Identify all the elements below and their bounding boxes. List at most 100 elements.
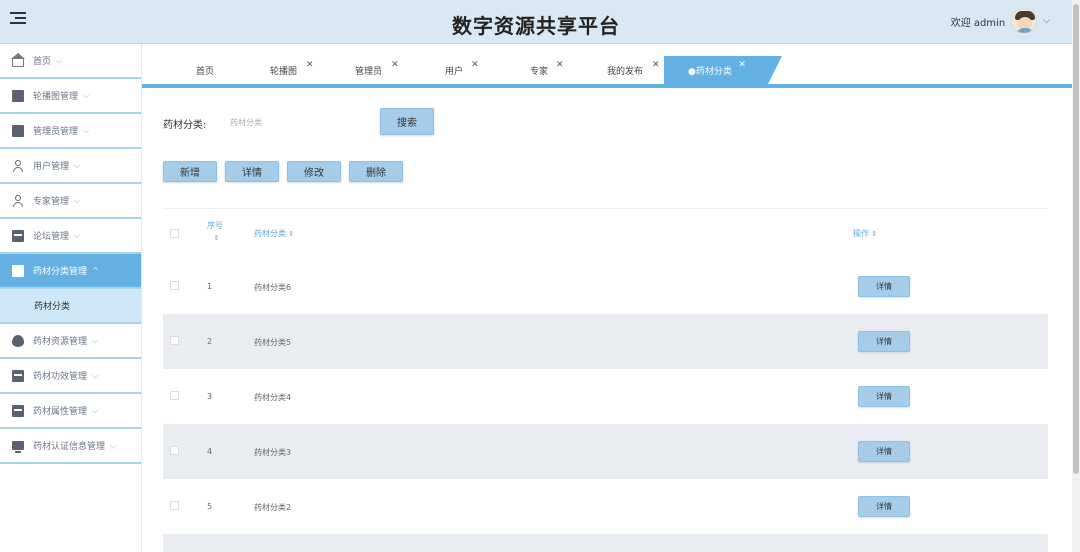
close-icon[interactable]: ✕ xyxy=(652,60,660,70)
row-detail-button[interactable]: 详情 xyxy=(858,276,910,297)
tab-label: 我的发布 xyxy=(607,66,644,77)
sort-icon[interactable]: ⇕ xyxy=(210,234,223,242)
table-row: 3 药材分类4 详情 xyxy=(163,369,1048,424)
row-category: 药材分类5 xyxy=(254,338,292,347)
detail-button[interactable]: 详情 xyxy=(225,161,279,182)
chevron-down-icon: ⌵ xyxy=(74,160,81,170)
sidebar-item-carousel[interactable]: 轮播图管理 ⌵ xyxy=(0,79,141,114)
row-index: 1 xyxy=(207,282,213,291)
search-label: 药材分类: xyxy=(163,120,207,131)
chevron-down-icon: ⌵ xyxy=(92,335,99,345)
tray-icon xyxy=(12,404,24,417)
book-icon xyxy=(12,264,24,277)
sidebar-item-label: 专家管理 xyxy=(33,197,70,207)
table-row xyxy=(163,534,1048,552)
scrollbar-thumb[interactable] xyxy=(1073,4,1079,474)
user-icon xyxy=(12,159,24,172)
search-input[interactable] xyxy=(222,110,372,134)
tab-label: ●药材分类 xyxy=(688,66,732,77)
sidebar-item-users[interactable]: 用户管理 ⌵ xyxy=(0,149,141,184)
column-header-operation[interactable]: 操作 ⇕ xyxy=(853,228,877,239)
tab-home[interactable]: 首页 xyxy=(196,56,214,84)
sidebar: 首页 ⌵ 轮播图管理 ⌵ 管理员管理 ⌵ 用户管理 ⌵ 专家管理 ⌵ 论坛管理 … xyxy=(0,44,142,552)
chevron-down-icon: ⌵ xyxy=(56,55,63,65)
column-header-label: 操作 xyxy=(853,229,869,238)
table-row: 2 药材分类5 详情 xyxy=(163,314,1048,369)
sidebar-item-label: 首页 xyxy=(33,57,52,67)
tab-carousel[interactable]: 轮播图 ✕ xyxy=(270,56,314,84)
table-row: 1 药材分类6 详情 xyxy=(163,259,1048,314)
sort-icon[interactable]: ⇕ xyxy=(289,230,295,238)
chevron-down-icon: ⌵ xyxy=(92,405,99,415)
sidebar-item-herb-resources[interactable]: 药材资源管理 ⌵ xyxy=(0,324,141,359)
image-icon xyxy=(12,89,24,102)
app-window: 数字资源共享平台 欢迎 admin ⌵ 首页 ⌵ 轮播图管理 ⌵ 管理员管理 ⌵ xyxy=(0,0,1080,552)
tray-icon xyxy=(12,369,24,382)
row-checkbox[interactable] xyxy=(170,336,179,345)
row-checkbox[interactable] xyxy=(170,391,179,400)
sidebar-item-forum[interactable]: 论坛管理 ⌵ xyxy=(0,219,141,254)
sidebar-item-admins[interactable]: 管理员管理 ⌵ xyxy=(0,114,141,149)
chevron-down-icon[interactable]: ⌵ xyxy=(1043,16,1050,26)
user-menu[interactable]: 欢迎 admin ⌵ xyxy=(951,6,1050,36)
sidebar-item-experts[interactable]: 专家管理 ⌵ xyxy=(0,184,141,219)
row-checkbox[interactable] xyxy=(170,281,179,290)
column-header-category[interactable]: 药材分类 ⇕ xyxy=(254,228,294,239)
row-index: 4 xyxy=(207,447,213,456)
row-detail-button[interactable]: 详情 xyxy=(858,331,910,352)
row-detail-button[interactable]: 详情 xyxy=(858,496,910,517)
avatar[interactable] xyxy=(1011,8,1038,34)
close-icon[interactable]: ✕ xyxy=(391,60,399,70)
tab-label: 轮播图 xyxy=(270,66,298,77)
add-button[interactable]: 新增 xyxy=(163,161,217,182)
tab-users[interactable]: 用户 ✕ xyxy=(445,56,479,84)
edit-button[interactable]: 修改 xyxy=(287,161,341,182)
sidebar-item-label: 轮播图管理 xyxy=(33,92,79,102)
chevron-down-icon: ⌵ xyxy=(74,195,81,205)
tab-experts[interactable]: 专家 ✕ xyxy=(530,56,564,84)
close-icon[interactable]: ✕ xyxy=(556,60,564,70)
chevron-down-icon: ⌵ xyxy=(74,230,81,240)
sidebar-item-herb-efficacy[interactable]: 药材功效管理 ⌵ xyxy=(0,359,141,394)
chevron-down-icon: ⌵ xyxy=(83,125,90,135)
card-icon xyxy=(12,229,24,242)
data-table: 序号 ⇕ 药材分类 ⇕ 操作 ⇕ 1 药材分类6 详情 2 药材分类5 详情 3… xyxy=(163,208,1048,552)
row-category: 药材分类6 xyxy=(254,283,292,292)
close-icon[interactable]: ✕ xyxy=(738,60,746,70)
user-icon xyxy=(12,194,24,207)
briefcase-icon xyxy=(12,124,24,137)
chevron-up-icon: ^ xyxy=(92,266,99,275)
row-detail-button[interactable]: 详情 xyxy=(858,386,910,407)
tab-label: 用户 xyxy=(445,66,464,77)
row-category: 药材分类3 xyxy=(254,448,292,457)
close-icon[interactable]: ✕ xyxy=(306,60,314,70)
home-icon xyxy=(11,52,25,67)
sort-icon[interactable]: ⇕ xyxy=(872,230,878,238)
row-checkbox[interactable] xyxy=(170,446,179,455)
row-index: 3 xyxy=(207,392,213,401)
column-header-index[interactable]: 序号 ⇕ xyxy=(207,220,223,242)
sidebar-item-herb-category[interactable]: 药材分类管理 ^ xyxy=(0,254,141,289)
column-header-label: 药材分类 xyxy=(254,229,286,238)
page-scrollbar[interactable] xyxy=(1072,0,1080,552)
sidebar-item-label: 药材资源管理 xyxy=(33,337,88,347)
sidebar-subitem-herb-category[interactable]: 药材分类 xyxy=(0,289,141,324)
table-header: 序号 ⇕ 药材分类 ⇕ 操作 ⇕ xyxy=(163,209,1048,259)
row-detail-button[interactable]: 详情 xyxy=(858,441,910,462)
select-all-checkbox[interactable] xyxy=(170,229,179,238)
sidebar-item-herb-certification[interactable]: 药材认证信息管理 ⌵ xyxy=(0,429,141,464)
sidebar-item-home[interactable]: 首页 ⌵ xyxy=(0,44,141,79)
sidebar-item-herb-attributes[interactable]: 药材属性管理 ⌵ xyxy=(0,394,141,429)
delete-button[interactable]: 删除 xyxy=(349,161,403,182)
tab-herb-category[interactable]: ●药材分类 ✕ xyxy=(664,56,782,84)
chevron-down-icon: ⌵ xyxy=(83,90,90,100)
row-index: 5 xyxy=(207,502,213,511)
sidebar-item-label: 药材分类管理 xyxy=(33,267,88,277)
sidebar-item-label: 管理员管理 xyxy=(33,127,79,137)
close-icon[interactable]: ✕ xyxy=(471,60,479,70)
tab-my-posts[interactable]: 我的发布 ✕ xyxy=(607,56,660,84)
tab-admins[interactable]: 管理员 ✕ xyxy=(355,56,399,84)
row-checkbox[interactable] xyxy=(170,501,179,510)
tab-label: 专家 xyxy=(530,66,549,77)
search-button[interactable]: 搜索 xyxy=(380,108,434,135)
